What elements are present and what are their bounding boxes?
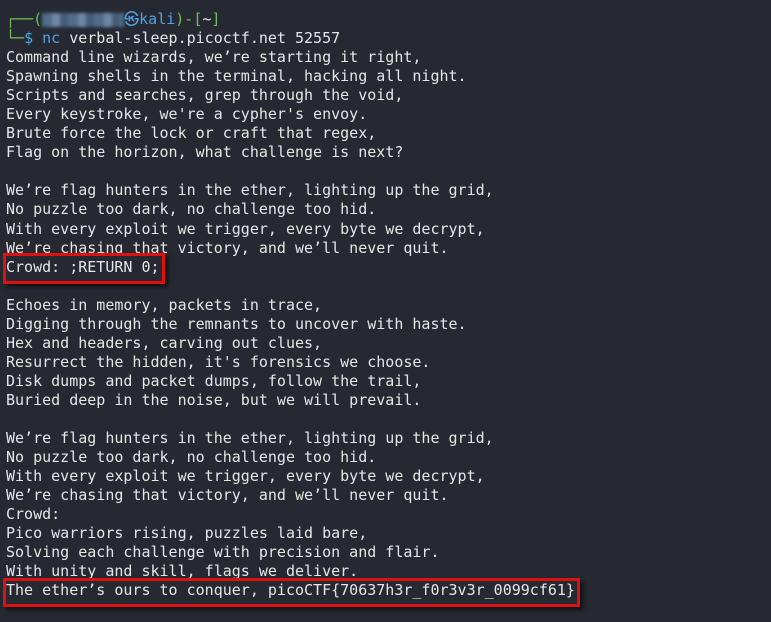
prompt-host: kali bbox=[139, 10, 176, 28]
output-line: Pico warriors rising, puzzles laid bare, bbox=[6, 524, 368, 543]
prompt-bracket: ] bbox=[211, 10, 221, 28]
prompt-dollar: $ bbox=[24, 29, 34, 48]
output-line: Flag on the horizon, what challenge is n… bbox=[6, 143, 404, 162]
output-line: Spawning shells in the terminal, hacking… bbox=[6, 67, 467, 86]
prompt-corner: ┌──( bbox=[6, 10, 43, 28]
output-line: Resurrect the hidden, it's forensics we … bbox=[6, 352, 431, 371]
output-line: With every exploit we trigger, every byt… bbox=[6, 467, 485, 486]
command-output: Command line wizards, we’re starting it … bbox=[6, 48, 575, 600]
output-line: Scripts and searches, grep through the v… bbox=[6, 86, 404, 105]
output-line: Crowd: bbox=[6, 505, 61, 524]
highlight-box-flag bbox=[3, 578, 580, 607]
output-line: Digging through the remnants to uncover … bbox=[6, 314, 467, 333]
kali-at-icon: ㉿ bbox=[124, 10, 140, 28]
output-line: Brute force the lock or craft that regex… bbox=[6, 124, 377, 143]
terminal[interactable]: ┌──(㉿kali)-[~] └─$ nc verbal-sleep.picoc… bbox=[6, 10, 575, 600]
command-args: verbal-sleep.picoctf.net 52557 bbox=[69, 29, 341, 48]
output-line: With every exploit we trigger, every byt… bbox=[6, 219, 485, 238]
output-line: Every keystroke, we're a cypher's envoy. bbox=[6, 105, 368, 124]
command-name: nc bbox=[42, 29, 61, 48]
highlight-box-crowd bbox=[3, 253, 165, 284]
output-line: No puzzle too dark, no challenge too hid… bbox=[6, 200, 377, 219]
output-line: Buried deep in the noise, but we will pr… bbox=[6, 390, 422, 409]
output-line: We’re chasing that victory, and we’ll ne… bbox=[6, 486, 449, 505]
output-line: Solving each challenge with precision an… bbox=[6, 543, 440, 562]
redacted-username bbox=[42, 12, 125, 27]
command-line: └─$ nc verbal-sleep.picoctf.net 52557 bbox=[6, 29, 575, 48]
output-line: Echoes in memory, packets in trace, bbox=[6, 295, 323, 314]
prompt-sep: )-[ bbox=[175, 10, 203, 28]
prompt-corner-bottom: └─ bbox=[6, 29, 25, 48]
output-line: No puzzle too dark, no challenge too hid… bbox=[6, 448, 377, 467]
output-line: Hex and headers, carving out clues, bbox=[6, 333, 323, 352]
output-line: We’re flag hunters in the ether, lightin… bbox=[6, 181, 494, 200]
output-line: Command line wizards, we’re starting it … bbox=[6, 48, 422, 67]
output-line: Disk dumps and packet dumps, follow the … bbox=[6, 371, 422, 390]
prompt-line-1: ┌──(㉿kali)-[~] bbox=[6, 10, 575, 29]
output-line: We’re flag hunters in the ether, lightin… bbox=[6, 429, 494, 448]
